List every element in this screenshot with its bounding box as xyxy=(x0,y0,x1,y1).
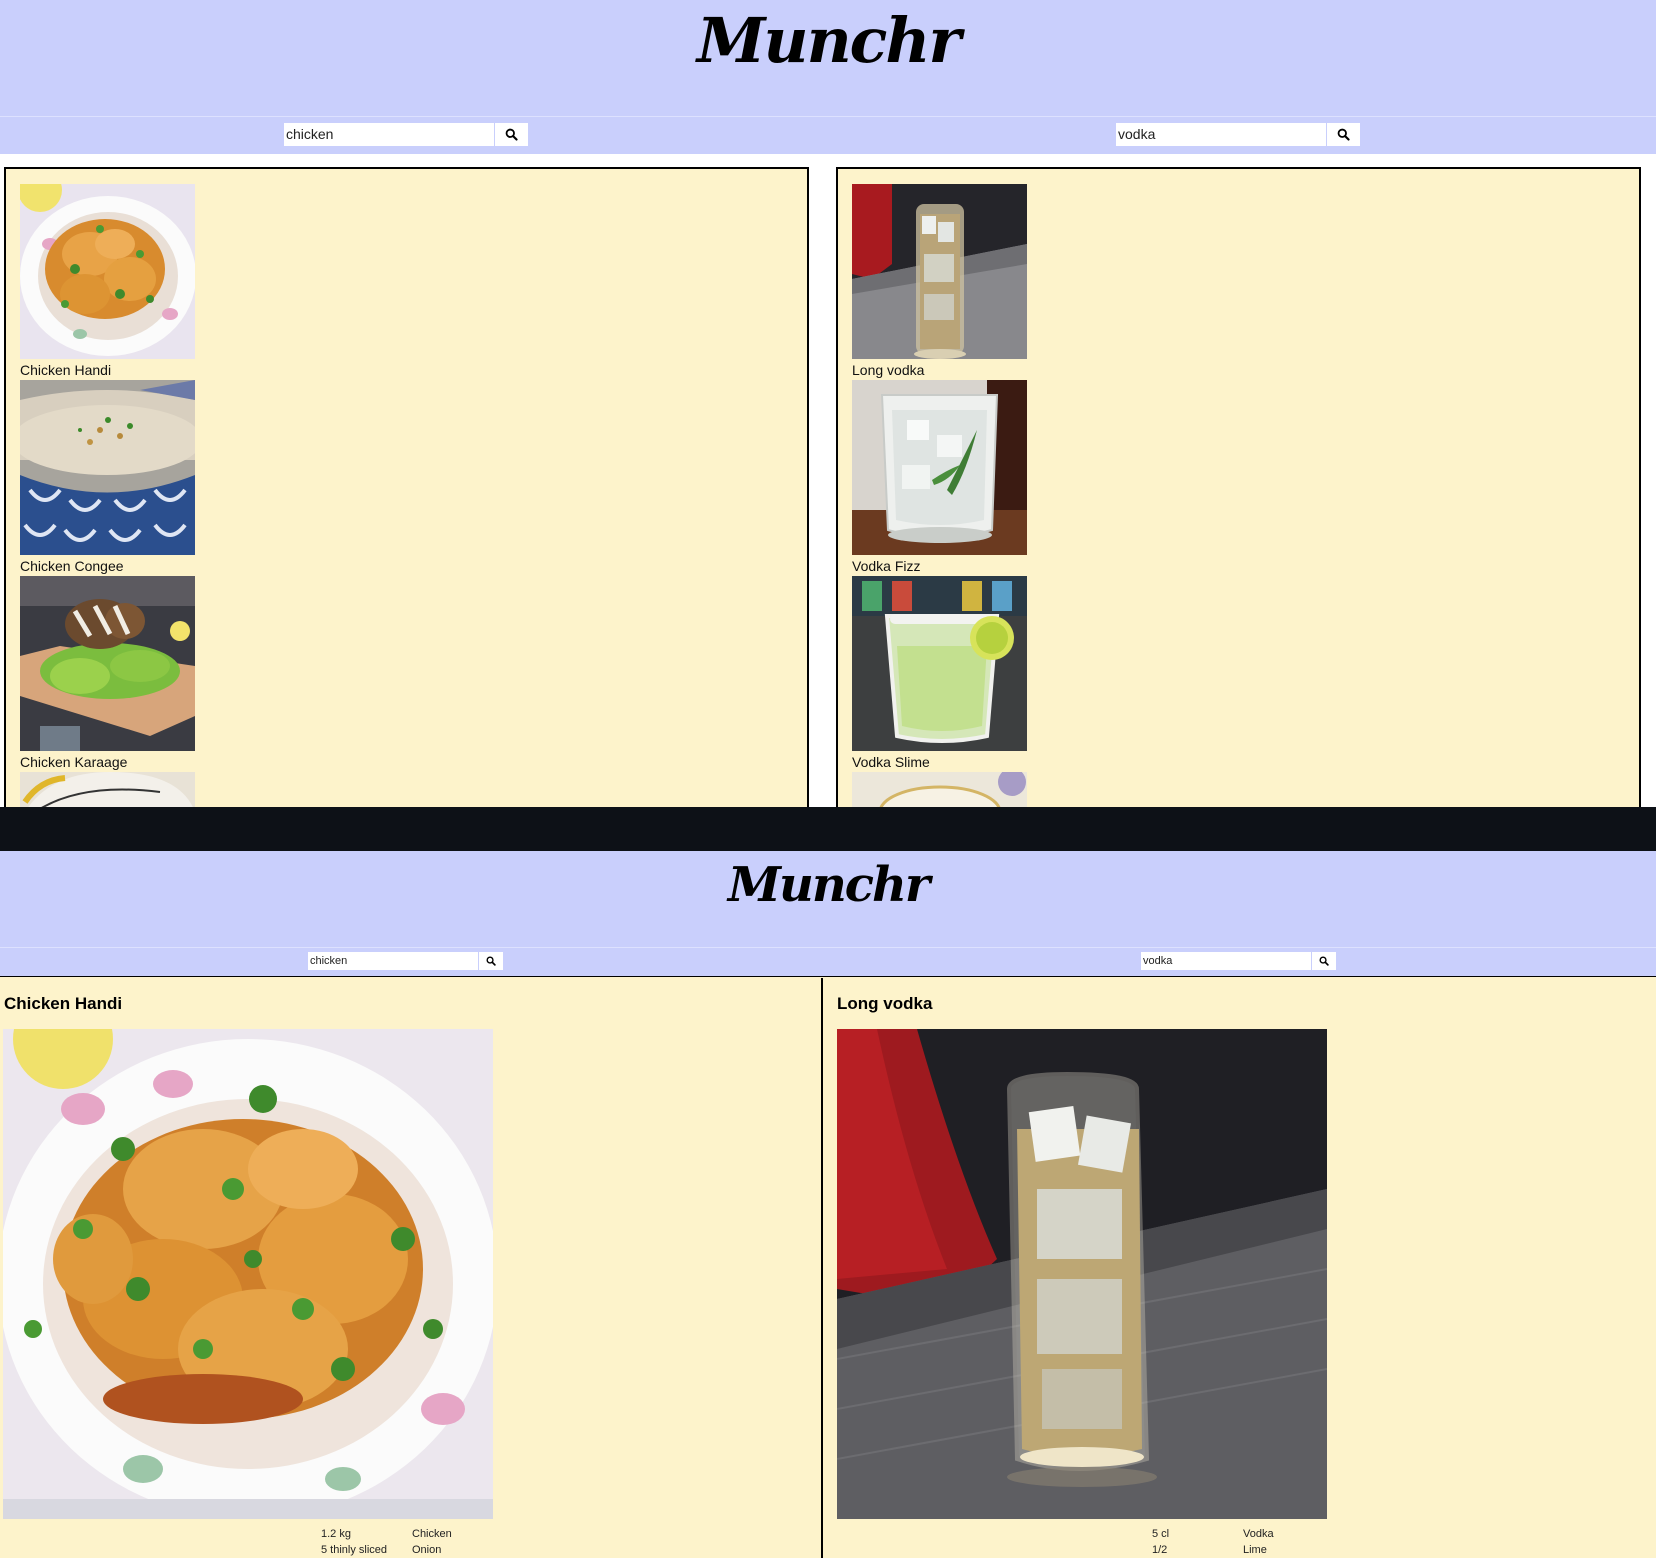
ingredient-row: 1.2 kg Chicken xyxy=(321,1526,452,1542)
ingredient-name: Onion xyxy=(412,1544,442,1556)
ingredient-name: Chicken xyxy=(412,1528,452,1540)
food-card-name[interactable]: Chicken Karaage xyxy=(20,754,195,770)
drink-detail-photo xyxy=(837,1029,1327,1519)
food-ingredient-list: 1.2 kg Chicken 5 thinly sliced Onion xyxy=(321,1526,452,1558)
food-thumbnail[interactable] xyxy=(20,576,195,751)
app-logo[interactable]: Munchr xyxy=(0,4,1656,77)
drink-card-vodka-slime[interactable]: Vodka Slime xyxy=(852,576,1027,770)
food-card-partial[interactable] xyxy=(20,772,195,807)
food-card-chicken-congee[interactable]: Chicken Congee xyxy=(20,380,195,574)
food-detail-title: Chicken Handi xyxy=(4,994,123,1013)
food-detail-photo xyxy=(3,1029,493,1519)
search-icon xyxy=(505,128,518,141)
drink-card-vodka-fizz[interactable]: Vodka Fizz xyxy=(852,380,1027,574)
food-card-name[interactable]: Chicken Congee xyxy=(20,558,195,574)
drink-detail-panel: Long vodka 5 cl Vodka 1/2 Lime xyxy=(825,978,1656,1558)
food-detail-panel: Chicken Handi 1.2 kg Chicken 5 thinly sl… xyxy=(0,978,823,1558)
food-thumbnail[interactable] xyxy=(20,380,195,555)
food-search-input[interactable]: chicken xyxy=(308,952,478,970)
screenshot-divider xyxy=(0,807,1656,851)
food-search-button[interactable] xyxy=(478,952,503,970)
drink-thumbnail[interactable] xyxy=(852,184,1027,359)
food-search-input[interactable]: chicken xyxy=(284,123,494,146)
food-search: chicken xyxy=(308,952,503,970)
drink-detail-title: Long vodka xyxy=(837,994,933,1013)
food-results-panel[interactable]: Chicken Handi Chicken Congee Chicken Kar… xyxy=(4,167,809,807)
drink-thumbnail[interactable] xyxy=(852,576,1027,751)
ingredient-row: 1/2 Lime xyxy=(1152,1542,1274,1558)
ingredient-row: 5 cl Vodka xyxy=(1152,1526,1274,1542)
ingredient-row: 5 thinly sliced Onion xyxy=(321,1542,452,1558)
drink-thumbnail[interactable] xyxy=(852,772,1027,807)
drink-card-partial[interactable] xyxy=(852,772,1027,807)
app-header: Munchr xyxy=(0,0,1656,116)
app-logo[interactable]: Munchr xyxy=(0,857,1656,913)
search-icon xyxy=(1319,956,1329,966)
search-icon xyxy=(1337,128,1350,141)
app-header: Munchr xyxy=(0,851,1656,947)
drink-search-input[interactable]: vodka xyxy=(1116,123,1326,146)
drink-card-name[interactable]: Long vodka xyxy=(852,362,1027,378)
food-card-chicken-handi[interactable]: Chicken Handi xyxy=(20,184,195,378)
food-search-button[interactable] xyxy=(494,123,528,146)
drink-card-name[interactable]: Vodka Slime xyxy=(852,754,1027,770)
food-card-chicken-karaage[interactable]: Chicken Karaage xyxy=(20,576,195,770)
drink-search-input[interactable]: vodka xyxy=(1141,952,1311,970)
ingredient-quantity: 1/2 xyxy=(1152,1544,1168,1556)
drink-card-long-vodka[interactable]: Long vodka xyxy=(852,184,1027,378)
search-icon xyxy=(486,956,496,966)
food-card-name[interactable]: Chicken Handi xyxy=(20,362,195,378)
ingredient-name: Lime xyxy=(1243,1544,1267,1556)
drink-search: vodka xyxy=(1116,123,1360,146)
drink-search: vodka xyxy=(1141,952,1336,970)
results-screen: Munchr chicken vodka Chicken Handi Chick… xyxy=(0,0,1656,807)
search-bar xyxy=(0,947,1656,977)
drink-search-button[interactable] xyxy=(1311,952,1336,970)
food-thumbnail[interactable] xyxy=(20,772,195,807)
drink-card-name[interactable]: Vodka Fizz xyxy=(852,558,1027,574)
drink-search-button[interactable] xyxy=(1326,123,1360,146)
search-bar xyxy=(0,116,1656,154)
drink-results-panel[interactable]: Long vodka Vodka Fizz Vodka Slime xyxy=(836,167,1641,807)
ingredient-name: Vodka xyxy=(1243,1528,1274,1540)
ingredient-quantity: 5 cl xyxy=(1152,1528,1170,1540)
detail-screen: Munchr chicken vodka Chicken Handi 1.2 k… xyxy=(0,851,1656,1558)
ingredient-quantity: 5 thinly sliced xyxy=(321,1544,388,1556)
food-thumbnail[interactable] xyxy=(20,184,195,359)
drink-thumbnail[interactable] xyxy=(852,380,1027,555)
drink-ingredient-list: 5 cl Vodka 1/2 Lime xyxy=(1152,1526,1274,1558)
ingredient-quantity: 1.2 kg xyxy=(321,1528,351,1540)
food-search: chicken xyxy=(284,123,528,146)
